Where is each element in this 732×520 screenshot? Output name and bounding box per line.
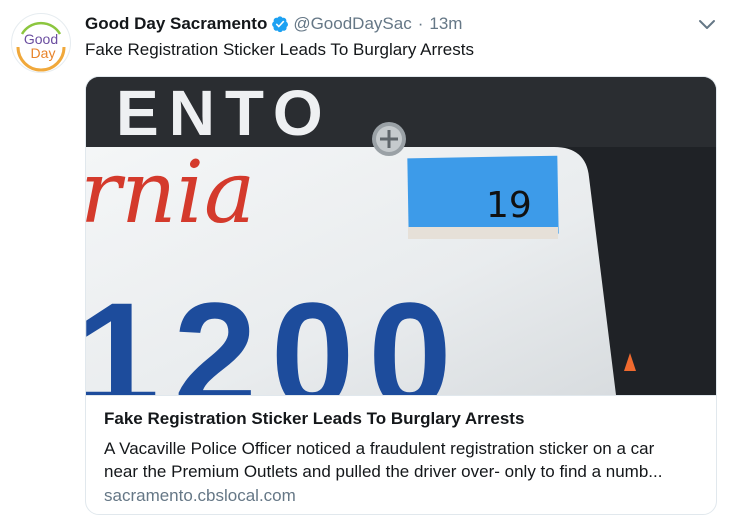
plate-frame-text: ENTO <box>116 77 333 149</box>
separator-dot: · <box>417 14 424 33</box>
card-image[interactable]: ENTO rnia 19 1200 <box>86 77 717 395</box>
card-description-line: near the Premium Outlets and pulled the … <box>104 462 663 481</box>
card-body[interactable]: Fake Registration Sticker Leads To Burgl… <box>86 395 716 514</box>
good-day-logo: Good Day <box>14 16 68 72</box>
tweet-text: Fake Registration Sticker Leads To Burgl… <box>85 40 474 59</box>
plate-number: 1200 <box>86 271 466 395</box>
handle[interactable]: @GoodDaySac <box>293 14 411 34</box>
card-description-line: A Vacaville Police Officer noticed a fra… <box>104 439 655 458</box>
card-title: Fake Registration Sticker Leads To Burgl… <box>104 409 525 428</box>
card-description: A Vacaville Police Officer noticed a fra… <box>104 437 704 483</box>
verified-badge-icon <box>271 15 289 33</box>
display-name[interactable]: Good Day Sacramento <box>85 14 267 34</box>
avatar-line2: Day <box>31 45 56 61</box>
plate-script: rnia <box>86 143 255 243</box>
tweet-header: Good Day Sacramento @GoodDaySac · 13m <box>85 11 462 37</box>
card-domain: sacramento.cbslocal.com <box>104 486 296 505</box>
tweet: Good Day Good Day Sacramento @GoodDaySac… <box>0 0 732 520</box>
sticker-year: 19 <box>486 185 532 226</box>
link-card[interactable]: ENTO rnia 19 1200 Fake Registration Stic… <box>85 76 717 515</box>
chevron-down-icon[interactable] <box>697 15 717 35</box>
avatar[interactable]: Good Day <box>11 13 71 73</box>
timestamp[interactable]: 13m <box>429 14 462 34</box>
